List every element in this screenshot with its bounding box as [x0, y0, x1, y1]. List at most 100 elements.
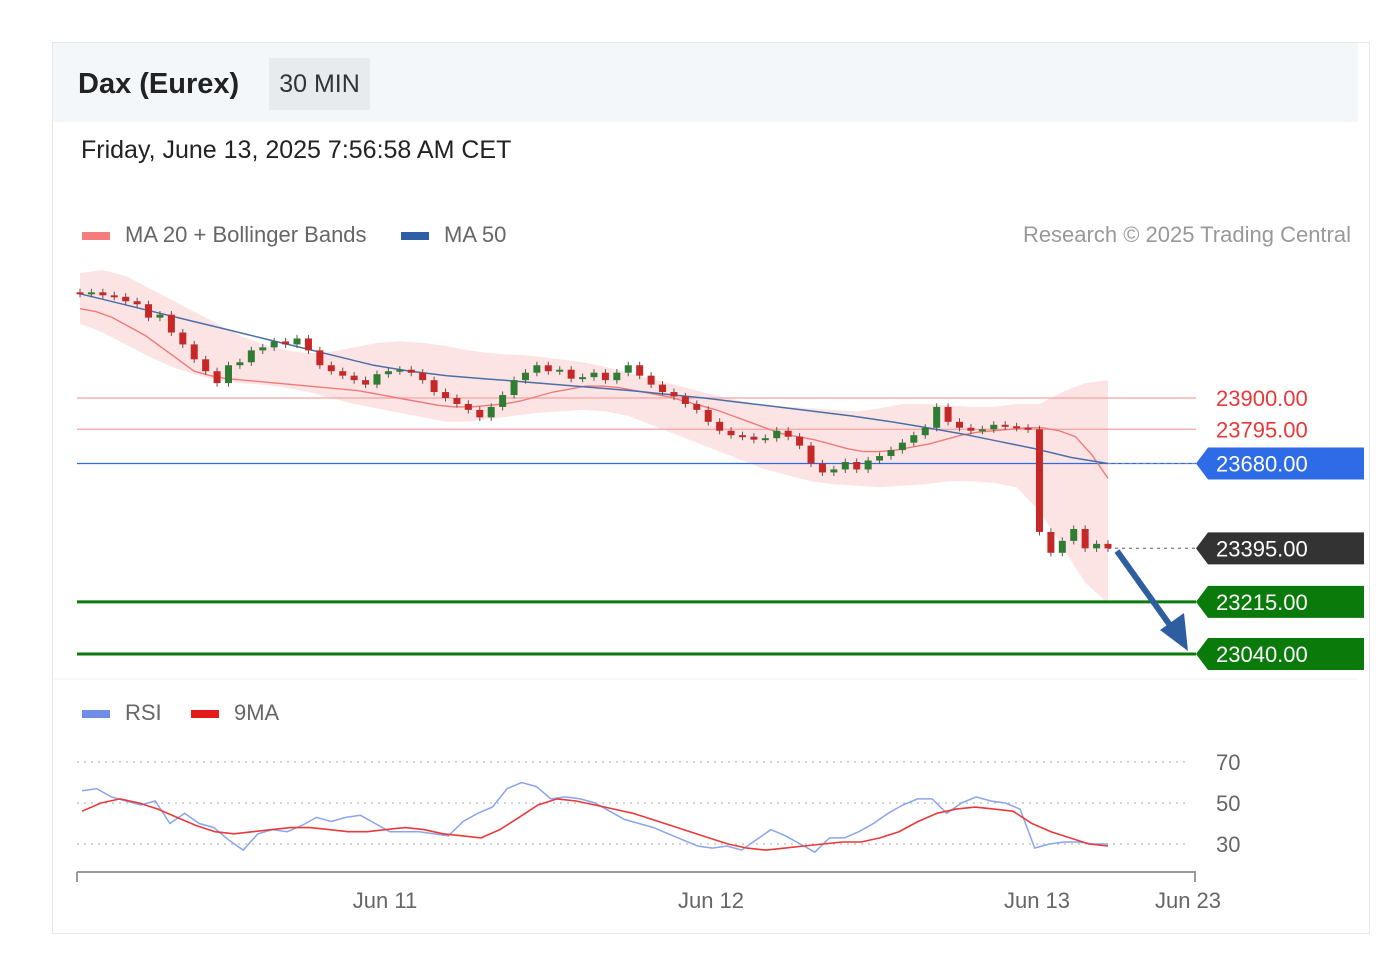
- candle-body: [567, 369, 575, 379]
- candle-body: [384, 371, 392, 375]
- candle-body: [179, 332, 187, 345]
- candle-body: [613, 372, 621, 381]
- candle-body: [304, 338, 312, 351]
- candle-body: [247, 350, 255, 363]
- candle-body: [956, 421, 964, 428]
- candle-body: [716, 421, 724, 431]
- candle-body: [224, 365, 232, 384]
- candle-body: [213, 371, 221, 384]
- candle-body: [521, 372, 529, 381]
- candle-body: [1024, 427, 1032, 430]
- candle-body: [407, 369, 415, 373]
- candle-body: [396, 369, 404, 372]
- candle-body: [1093, 543, 1101, 549]
- candle-body: [259, 347, 267, 351]
- candle-body: [967, 427, 975, 431]
- candle-body: [784, 430, 792, 437]
- chart-canvas: 23900.00 23795.00 23680.00 23395.00 23215.00…: [53, 270, 1364, 913]
- candle-body: [670, 392, 678, 397]
- candle-body: [841, 462, 849, 470]
- candle-body: [282, 341, 290, 345]
- candle-body: [750, 436, 758, 440]
- candle-body: [944, 406, 952, 422]
- candle-body: [864, 460, 872, 470]
- candle-body: [510, 380, 518, 396]
- candle-body: [738, 435, 746, 438]
- rsi-line: [81, 781, 1108, 854]
- candle-body: [830, 469, 838, 473]
- candle-body: [590, 372, 598, 378]
- candle-body: [293, 338, 301, 345]
- candle-body: [87, 292, 95, 295]
- forecast-arrow-shaft: [1114, 549, 1175, 630]
- candle-body: [659, 384, 667, 393]
- candle-body: [419, 372, 427, 381]
- candle-body: [681, 396, 689, 404]
- level-label-23795: 23795.00: [1216, 417, 1308, 442]
- candle-body: [362, 380, 370, 385]
- candle-body: [316, 350, 324, 366]
- candle-body: [487, 406, 495, 418]
- candle-body: [1047, 531, 1055, 553]
- candle-body: [122, 296, 130, 302]
- candle-body: [876, 456, 884, 461]
- candle-body: [693, 403, 701, 410]
- candle-body: [807, 445, 815, 464]
- candle-body: [556, 369, 564, 372]
- level-label-23900: 23900.00: [1216, 386, 1308, 411]
- candle-body: [202, 359, 210, 372]
- candle-body: [339, 371, 347, 376]
- candle-body: [773, 430, 781, 439]
- level-label-23395: 23395.00: [1216, 536, 1308, 561]
- rsi-tick-50: 50: [1216, 791, 1240, 816]
- candle-body: [1058, 540, 1066, 553]
- candle-body: [818, 463, 826, 473]
- level-label-23680: 23680.00: [1216, 451, 1308, 476]
- rsi-tick-70: 70: [1216, 750, 1240, 775]
- candle-body: [1013, 426, 1021, 429]
- candle-body: [704, 409, 712, 422]
- candle-body: [978, 429, 986, 432]
- candle-body: [796, 436, 804, 446]
- candle-body: [1081, 528, 1089, 549]
- candle-body: [933, 406, 941, 428]
- candle-body: [1001, 424, 1009, 427]
- candle-body: [898, 442, 906, 451]
- candle-body: [579, 377, 587, 380]
- candle-body: [350, 375, 358, 381]
- candle-body: [1070, 528, 1078, 541]
- candle-body: [156, 314, 164, 318]
- candle-body: [853, 462, 861, 470]
- candle-body: [1035, 429, 1043, 532]
- candle-body: [167, 314, 175, 333]
- rsi-tick-30: 30: [1216, 832, 1240, 857]
- candle-body: [236, 362, 244, 366]
- candle-body: [327, 365, 335, 372]
- candle-body: [373, 374, 381, 385]
- x-tick-label: Jun 11: [353, 888, 417, 913]
- candle-body: [544, 365, 552, 372]
- candle-body: [133, 301, 141, 305]
- level-label-23215: 23215.00: [1216, 590, 1308, 615]
- rsi-ma-line: [81, 798, 1109, 851]
- candle-body: [727, 430, 735, 436]
- candle-body: [601, 372, 609, 381]
- candle-body: [453, 398, 461, 404]
- candle-body: [1104, 543, 1112, 549]
- candle-body: [99, 292, 107, 296]
- x-tick-label: Jun 12: [678, 888, 744, 913]
- candle-body: [270, 341, 278, 348]
- candle-body: [761, 438, 769, 441]
- candle-body: [190, 344, 198, 360]
- candle-body: [76, 292, 84, 295]
- candle-body: [647, 375, 655, 385]
- candle-body: [887, 450, 895, 457]
- level-label-23040: 23040.00: [1216, 642, 1308, 667]
- x-tick-label: Jun 13: [1004, 888, 1070, 913]
- candle-body: [533, 365, 541, 373]
- candle-body: [636, 365, 644, 376]
- candle-body: [921, 427, 929, 436]
- candle-body: [145, 304, 153, 318]
- candle-body: [990, 424, 998, 430]
- candle-body: [476, 409, 484, 418]
